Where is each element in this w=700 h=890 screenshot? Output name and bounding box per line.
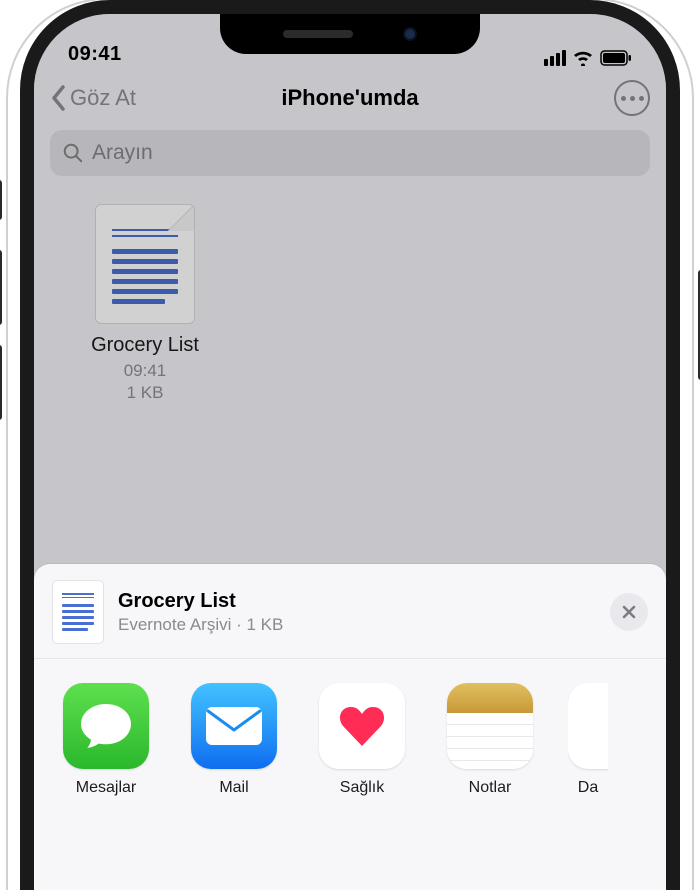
share-app-label: Mesajlar (56, 779, 156, 797)
cellular-icon (544, 50, 566, 66)
document-icon (52, 580, 104, 644)
app-icon (568, 683, 608, 769)
close-button[interactable] (610, 593, 648, 631)
share-item-title: Grocery List (118, 590, 610, 613)
share-app-label: Sağlık (312, 779, 412, 797)
phone-frame: 09:41 Göz At iPhone'umda (20, 0, 680, 890)
notes-icon (447, 683, 533, 769)
share-app-label: Notlar (440, 779, 540, 797)
share-app-notes[interactable]: Notlar (440, 683, 540, 797)
share-app-health[interactable]: Sağlık (312, 683, 412, 797)
share-app-label: Mail (184, 779, 284, 797)
share-sheet: Grocery List Evernote Arşivi · 1 KB Mesa… (34, 564, 666, 890)
notch (220, 14, 480, 54)
messages-icon (63, 683, 149, 769)
battery-icon (600, 50, 632, 66)
close-icon (621, 604, 637, 620)
mail-icon (191, 683, 277, 769)
share-item-subtitle: Evernote Arşivi · 1 KB (118, 615, 610, 635)
health-icon (319, 683, 405, 769)
share-app-messages[interactable]: Mesajlar (56, 683, 156, 797)
status-time: 09:41 (68, 43, 122, 66)
screen: 09:41 Göz At iPhone'umda (34, 14, 666, 890)
wifi-icon (572, 50, 594, 66)
share-app-more[interactable]: Da (568, 683, 608, 797)
share-app-label: Da (568, 779, 608, 797)
share-app-row[interactable]: Mesajlar Mail Sağlık (34, 659, 666, 797)
share-sheet-header: Grocery List Evernote Arşivi · 1 KB (34, 564, 666, 659)
share-app-mail[interactable]: Mail (184, 683, 284, 797)
